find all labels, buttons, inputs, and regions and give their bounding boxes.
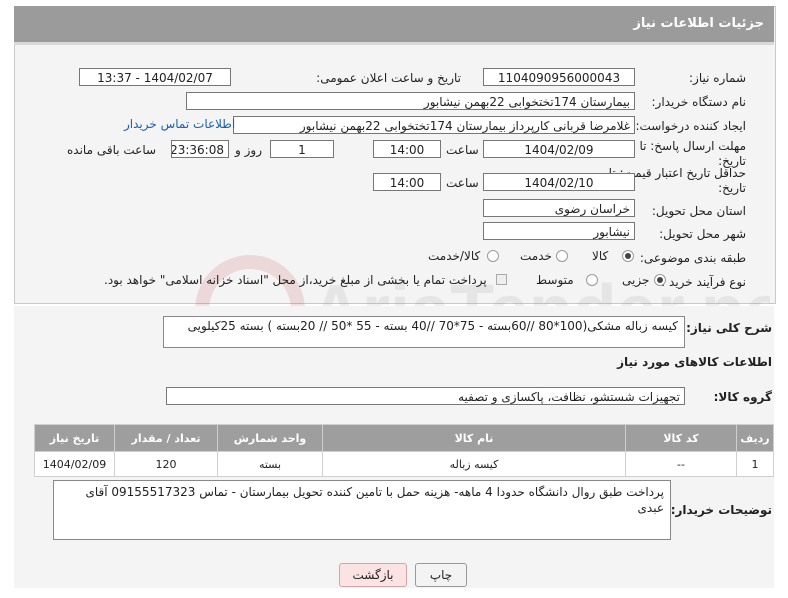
announce-label: تاریخ و ساعت اعلان عمومی: bbox=[316, 71, 461, 85]
goods-table: ردیف کد کالا نام کالا واحد شمارش تعداد /… bbox=[34, 424, 774, 477]
category-label: طبقه بندی موضوعی: bbox=[639, 251, 746, 265]
reply-date-field: 1404/02/09 bbox=[483, 140, 635, 158]
requester-field: غلامرضا قربانی کارپرداز بیمارستان 174تخت… bbox=[233, 116, 635, 134]
col-unit-header: واحد شمارش bbox=[217, 424, 323, 452]
cell-date: 1404/02/09 bbox=[34, 451, 115, 477]
reply-time-field: 14:00 bbox=[373, 140, 441, 158]
days-label: روز و bbox=[235, 143, 262, 157]
cell-row: 1 bbox=[736, 451, 774, 477]
col-code-header: کد کالا bbox=[625, 424, 737, 452]
col-row-header: ردیف bbox=[736, 424, 774, 452]
category-option-goods-service: کالا/خدمت bbox=[428, 249, 481, 263]
days-field: 1 bbox=[270, 140, 334, 158]
cell-name: کیسه زباله bbox=[322, 451, 626, 477]
price-date-field: 1404/02/10 bbox=[483, 173, 635, 191]
category-radio-goods-service[interactable] bbox=[487, 250, 499, 262]
buyer-contact-link[interactable]: اطلاعات تماس خریدار bbox=[124, 117, 235, 131]
category-radio-service[interactable] bbox=[556, 250, 568, 262]
process-option-medium: متوسط bbox=[536, 273, 574, 287]
process-radio-medium[interactable] bbox=[586, 274, 598, 286]
goods-info-title: اطلاعات کالاهای مورد نیاز bbox=[617, 355, 772, 369]
remaining-time-field: 23:36:08 bbox=[171, 140, 229, 158]
treasury-payment-note: پرداخت تمام یا بخشی از مبلغ خرید،از محل … bbox=[104, 273, 487, 287]
city-label: شهر محل تحویل: bbox=[659, 227, 746, 241]
requester-label: ایجاد کننده درخواست: bbox=[635, 119, 746, 133]
remaining-label: ساعت باقی مانده bbox=[67, 143, 157, 157]
category-radio-goods[interactable] bbox=[622, 250, 634, 262]
category-option-service: خدمت bbox=[520, 249, 552, 263]
print-button[interactable]: چاپ bbox=[415, 563, 467, 587]
buyer-notes-textarea: پرداخت طبق روال دانشگاه حدودا 4 ماهه- هز… bbox=[53, 480, 671, 540]
back-button[interactable]: بازگشت bbox=[339, 563, 407, 587]
goods-group-label: گروه کالا: bbox=[713, 390, 772, 404]
need-number-field: 1104090956000043 bbox=[483, 68, 635, 86]
buyer-org-field: بیمارستان 174تختخوابی 22بهمن نیشابور bbox=[186, 92, 635, 110]
price-time-label: ساعت bbox=[446, 176, 479, 190]
summary-textarea: کیسه زباله مشکی(100*80 //60بسته - 75*70 … bbox=[163, 316, 685, 348]
cell-qty: 120 bbox=[114, 451, 218, 477]
reply-time-label: ساعت bbox=[446, 143, 479, 157]
process-label: نوع فرآیند خرید : bbox=[661, 275, 746, 289]
process-option-minor: جزیی bbox=[622, 273, 650, 287]
col-name-header: نام کالا bbox=[322, 424, 626, 452]
cell-code: -- bbox=[625, 451, 737, 477]
panel-title: جزئیات اطلاعات نیاز bbox=[633, 16, 764, 31]
buyer-notes-label: توضیحات خریدار: bbox=[670, 503, 772, 517]
category-option-goods: کالا bbox=[592, 249, 609, 263]
city-field: نیشابور bbox=[483, 222, 635, 240]
summary-label: شرح کلی نیاز: bbox=[686, 321, 772, 335]
table-header-row: ردیف کد کالا نام کالا واحد شمارش تعداد /… bbox=[34, 424, 774, 452]
buyer-org-label: نام دستگاه خریدار: bbox=[651, 95, 747, 109]
price-time-field: 14:00 bbox=[373, 173, 441, 191]
process-radio-minor[interactable] bbox=[654, 274, 666, 286]
reply-deadline-label: مهلت ارسال پاسخ: تا تاریخ: bbox=[639, 139, 746, 168]
treasury-payment-checkbox[interactable] bbox=[496, 274, 507, 285]
cell-unit: بسته bbox=[217, 451, 323, 477]
announce-field: 1404/02/07 - 13:37 bbox=[79, 68, 231, 86]
col-qty-header: تعداد / مقدار bbox=[114, 424, 218, 452]
panel-header: جزئیات اطلاعات نیاز bbox=[14, 6, 774, 45]
goods-group-field: تجهیزات شستشو، نظافت، پاکسازی و تصفیه bbox=[166, 387, 685, 405]
table-row: 1 -- کیسه زباله بسته 120 1404/02/09 bbox=[34, 451, 774, 477]
province-field: خراسان رضوی bbox=[483, 199, 635, 217]
need-number-label: شماره نیاز: bbox=[689, 71, 746, 85]
province-label: استان محل تحویل: bbox=[651, 204, 746, 218]
col-date-header: تاریخ نیاز bbox=[34, 424, 115, 452]
